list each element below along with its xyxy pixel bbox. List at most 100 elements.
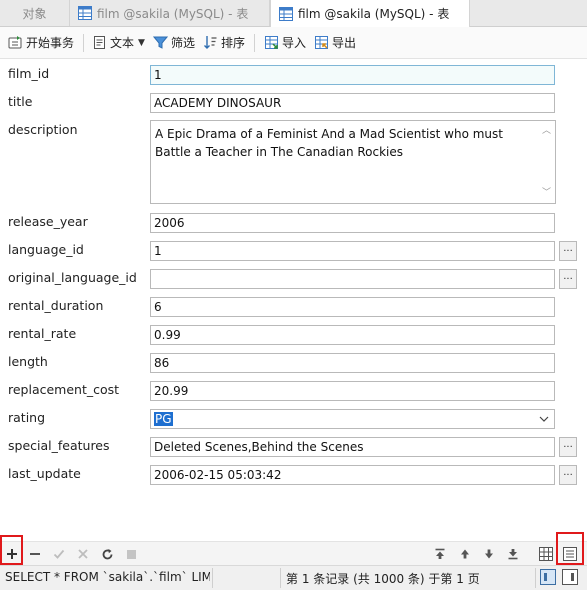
text-icon: [94, 36, 106, 49]
description-scrollbar[interactable]: ︿ ﹀: [539, 122, 554, 202]
last-update-picker-button[interactable]: ...: [559, 465, 577, 485]
chevron-down-icon: ▼: [138, 37, 145, 48]
export-label: 导出: [332, 36, 357, 50]
grid-view-icon: [539, 547, 553, 561]
import-icon: [264, 36, 278, 49]
scroll-down-icon[interactable]: ﹀: [542, 184, 551, 202]
release-year-field[interactable]: 2006: [150, 213, 555, 233]
refresh-icon: [102, 548, 112, 559]
status-divider: [280, 568, 281, 588]
export-icon: [315, 36, 328, 49]
last-record-icon: [508, 549, 518, 560]
rental-duration-field[interactable]: 6: [150, 297, 555, 317]
layout-right-panel-button[interactable]: [562, 569, 578, 585]
toolbar: 开始事务 文本 ▼ 筛选 排序 导入 导出: [0, 27, 587, 59]
replacement-cost-field[interactable]: 20.99: [150, 381, 555, 401]
field-label-description: description: [8, 122, 78, 137]
title-field[interactable]: ACADEMY DINOSAUR: [150, 93, 555, 113]
field-label-last-update: last_update: [8, 466, 81, 481]
check-icon: [53, 549, 65, 559]
transaction-icon: [8, 36, 22, 49]
discard-changes-button[interactable]: [73, 544, 93, 564]
sql-statement: SELECT * FROM `sakila`.`film` LIMIT: [5, 570, 210, 584]
length-field[interactable]: 86: [150, 353, 555, 373]
original-language-id-lookup-button[interactable]: ...: [559, 269, 577, 289]
text-label: 文本: [110, 36, 135, 50]
record-navigation-bar: [0, 541, 587, 566]
stop-icon: [126, 549, 136, 559]
previous-record-icon: [461, 549, 469, 559]
next-record-button[interactable]: [479, 544, 499, 564]
rating-select[interactable]: PG: [150, 409, 555, 429]
stop-button[interactable]: [121, 544, 141, 564]
record-form: film_id 1 title ACADEMY DINOSAUR descrip…: [0, 58, 587, 540]
field-label-film-id: film_id: [8, 66, 50, 81]
special-features-field[interactable]: Deleted Scenes,Behind the Scenes: [150, 437, 555, 457]
original-language-id-field[interactable]: [150, 269, 555, 289]
language-id-field[interactable]: 1: [150, 241, 555, 261]
import-label: 导入: [281, 36, 306, 50]
field-label-title: title: [8, 94, 33, 109]
field-label-replacement-cost: replacement_cost: [8, 382, 120, 397]
tab-label: film @sakila (MySQL) - 表: [298, 7, 450, 21]
tab-bar: 对象 film @sakila (MySQL) - 表 film @sakila…: [0, 0, 587, 27]
sort-icon: [203, 36, 217, 49]
cross-icon: [78, 549, 88, 559]
export-button[interactable]: 导出: [310, 31, 360, 55]
field-label-special-features: special_features: [8, 438, 110, 453]
left-panel-icon: [544, 573, 547, 581]
refresh-button[interactable]: [97, 544, 117, 564]
field-label-rating: rating: [8, 410, 46, 425]
toolbar-separator: [83, 33, 85, 52]
grid-view-button[interactable]: [536, 544, 556, 564]
field-label-rental-duration: rental_duration: [8, 298, 104, 313]
first-record-button[interactable]: [430, 544, 450, 564]
layout-left-panel-button[interactable]: [540, 569, 556, 585]
special-features-edit-button[interactable]: ...: [559, 437, 577, 457]
chevron-down-icon[interactable]: [538, 413, 550, 425]
first-record-icon: [435, 548, 445, 559]
last-update-field[interactable]: 2006-02-15 05:03:42: [150, 465, 555, 485]
apply-changes-button[interactable]: [49, 544, 69, 564]
field-label-rental-rate: rental_rate: [8, 326, 77, 341]
highlight-box: [0, 535, 23, 565]
rental-rate-field[interactable]: 0.99: [150, 325, 555, 345]
language-id-lookup-button[interactable]: ...: [559, 241, 577, 261]
tab-label: 对象: [22, 6, 47, 21]
tab-film-table-1[interactable]: film @sakila (MySQL) - 表: [70, 0, 270, 26]
text-button[interactable]: 文本 ▼: [89, 31, 149, 55]
begin-transaction-button[interactable]: 开始事务: [4, 31, 78, 55]
status-divider: [212, 568, 213, 588]
filter-label: 筛选: [170, 36, 195, 50]
previous-record-button[interactable]: [455, 544, 475, 564]
filter-icon: [152, 36, 168, 49]
toolbar-separator: [253, 33, 255, 52]
tab-objects[interactable]: 对象: [0, 0, 70, 26]
next-record-icon: [485, 549, 493, 559]
field-label-language-id: language_id: [8, 242, 84, 257]
description-field[interactable]: A Epic Drama of a Feminist And a Mad Sci…: [150, 120, 556, 204]
description-text: A Epic Drama of a Feminist And a Mad Sci…: [155, 127, 503, 159]
sort-label: 排序: [220, 36, 245, 50]
filter-button[interactable]: 筛选: [149, 31, 199, 55]
status-divider: [535, 568, 536, 588]
field-label-original-language-id: original_language_id: [8, 270, 137, 285]
table-icon: [279, 6, 293, 21]
begin-transaction-label: 开始事务: [26, 36, 75, 50]
last-record-button[interactable]: [503, 544, 523, 564]
table-icon: [78, 6, 92, 20]
tab-label: film @sakila (MySQL) - 表: [97, 6, 249, 21]
record-position: 第 1 条记录 (共 1000 条) 于第 1 页: [286, 572, 480, 586]
scroll-up-icon[interactable]: ︿: [542, 122, 551, 140]
tab-film-table-2[interactable]: film @sakila (MySQL) - 表: [270, 0, 470, 27]
status-bar: SELECT * FROM `sakila`.`film` LIMIT 第 1 …: [0, 565, 587, 590]
sort-button[interactable]: 排序: [199, 31, 249, 55]
import-button[interactable]: 导入: [260, 31, 310, 55]
delete-record-button[interactable]: [25, 544, 45, 564]
right-panel-icon: [571, 573, 574, 581]
rating-selected-value: PG: [154, 412, 173, 426]
highlight-box: [556, 532, 584, 565]
minus-icon: [30, 553, 40, 555]
film-id-field[interactable]: 1: [150, 65, 555, 85]
field-label-length: length: [8, 354, 48, 369]
